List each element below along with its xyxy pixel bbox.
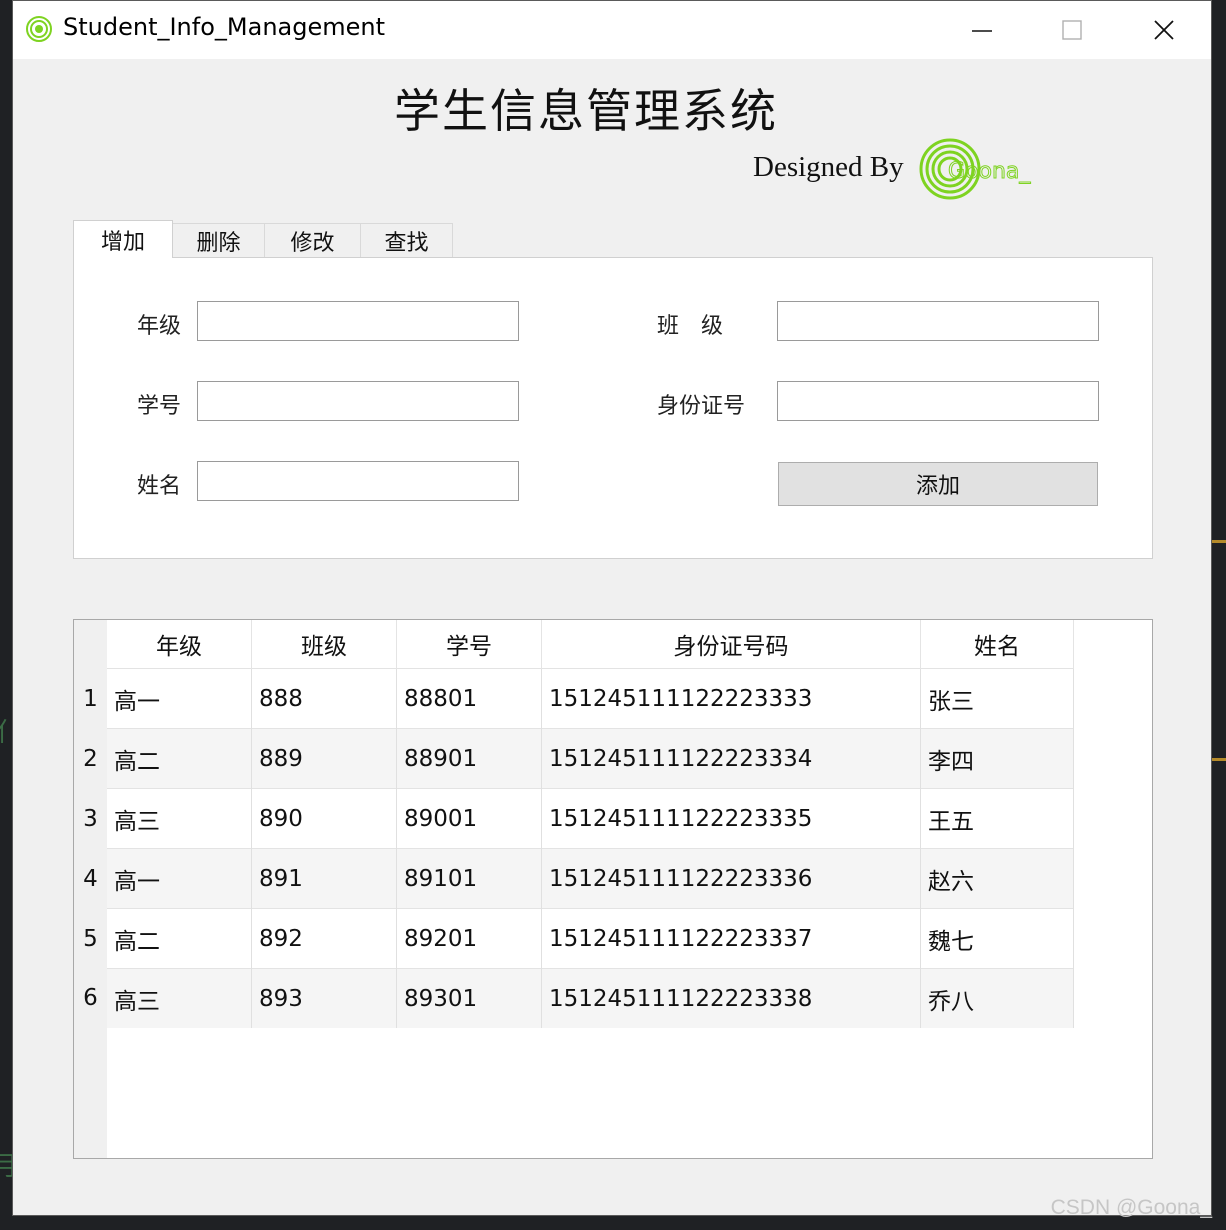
class-label: 班 级 [657, 314, 724, 339]
tab-add[interactable]: 增加 [73, 220, 173, 258]
column-header[interactable]: 姓名 [920, 620, 1074, 669]
cell-grade[interactable]: 高一 [107, 668, 252, 729]
row-number[interactable]: 1 [74, 668, 107, 729]
table-row[interactable]: 4 高一 891 89101 151245111122223336 赵六 [74, 848, 1074, 909]
page-title: 学生信息管理系统 [394, 84, 778, 138]
row-number[interactable]: 3 [74, 788, 107, 849]
class-input[interactable] [777, 301, 1099, 341]
cell-student-id[interactable]: 88901 [396, 728, 542, 789]
name-label: 姓名 [137, 474, 182, 499]
cell-student-id[interactable]: 89301 [396, 968, 542, 1028]
cell-id-card[interactable]: 151245111122223333 [541, 668, 921, 729]
app-window: Student_Info_Management 学生信息管理系统 Designe… [12, 0, 1212, 1216]
tab-search[interactable]: 查找 [360, 223, 453, 257]
cell-grade[interactable]: 高二 [107, 908, 252, 969]
cell-id-card[interactable]: 151245111122223335 [541, 788, 921, 849]
cell-id-card[interactable]: 151245111122223338 [541, 968, 921, 1028]
cell-name[interactable]: 张三 [920, 668, 1074, 729]
minimize-button[interactable] [937, 1, 1027, 59]
cell-name[interactable]: 王五 [920, 788, 1074, 849]
table-row[interactable]: 1 高一 888 88801 151245111122223333 张三 [74, 668, 1074, 729]
row-number[interactable]: 4 [74, 848, 107, 909]
cell-class[interactable]: 889 [251, 728, 397, 789]
row-number[interactable]: 5 [74, 908, 107, 969]
cell-name[interactable]: 赵六 [920, 848, 1074, 909]
cell-student-id[interactable]: 89001 [396, 788, 542, 849]
student-table[interactable]: 年级 班级 学号 身份证号码 姓名 1 高一 888 88801 1512451… [73, 619, 1153, 1159]
table-row[interactable]: 6 高三 893 89301 151245111122223338 乔八 [74, 968, 1074, 1028]
cell-id-card[interactable]: 151245111122223337 [541, 908, 921, 969]
cell-student-id[interactable]: 89101 [396, 848, 542, 909]
title-bar[interactable]: Student_Info_Management [13, 1, 1211, 59]
tab-delete[interactable]: 删除 [172, 223, 265, 257]
grade-label: 年级 [137, 314, 182, 339]
window-title: Student_Info_Management [63, 13, 385, 41]
watermark: CSDN @Goona_ [1050, 1196, 1212, 1219]
table-row[interactable]: 2 高二 889 88901 151245111122223334 李四 [74, 728, 1074, 789]
desktop-fragment [1212, 540, 1226, 543]
column-header[interactable]: 年级 [107, 620, 252, 669]
cell-grade[interactable]: 高三 [107, 968, 252, 1028]
cell-grade[interactable]: 高三 [107, 788, 252, 849]
close-icon [1154, 20, 1174, 40]
designed-by-label: Designed By [753, 151, 904, 183]
add-button[interactable]: 添加 [778, 462, 1098, 506]
cell-class[interactable]: 893 [251, 968, 397, 1028]
cell-class[interactable]: 891 [251, 848, 397, 909]
corner-cell[interactable] [74, 620, 107, 669]
table-row[interactable]: 5 高二 892 89201 151245111122223337 魏七 [74, 908, 1074, 969]
cell-grade[interactable]: 高一 [107, 848, 252, 909]
table-header-row: 年级 班级 学号 身份证号码 姓名 [74, 620, 1074, 669]
column-header[interactable]: 学号 [396, 620, 542, 669]
grade-input[interactable] [197, 301, 519, 341]
app-icon [26, 16, 52, 42]
close-button[interactable] [1119, 1, 1209, 59]
desktop-fragment [1212, 758, 1226, 761]
minimize-icon [972, 30, 992, 32]
cell-grade[interactable]: 高二 [107, 728, 252, 789]
cell-class[interactable]: 888 [251, 668, 397, 729]
data-grid: 年级 班级 学号 身份证号码 姓名 1 高一 888 88801 1512451… [74, 620, 1074, 1028]
cell-student-id[interactable]: 89201 [396, 908, 542, 969]
cell-id-card[interactable]: 151245111122223334 [541, 728, 921, 789]
name-input[interactable] [197, 461, 519, 501]
cell-id-card[interactable]: 151245111122223336 [541, 848, 921, 909]
cell-class[interactable]: 890 [251, 788, 397, 849]
cell-name[interactable]: 乔八 [920, 968, 1074, 1028]
row-number[interactable]: 6 [74, 968, 107, 1028]
logo-text: Goona_ [948, 159, 1031, 184]
column-header[interactable]: 班级 [251, 620, 397, 669]
maximize-button[interactable] [1027, 1, 1117, 59]
tab-modify[interactable]: 修改 [264, 223, 361, 257]
student-id-label: 学号 [137, 394, 182, 419]
cell-name[interactable]: 李四 [920, 728, 1074, 789]
id-card-label: 身份证号 [657, 394, 746, 419]
add-panel: 年级 班 级 学号 身份证号 姓名 添加 [73, 257, 1153, 559]
row-number[interactable]: 2 [74, 728, 107, 789]
maximize-icon [1062, 20, 1082, 40]
cell-name[interactable]: 魏七 [920, 908, 1074, 969]
column-header[interactable]: 身份证号码 [541, 620, 921, 669]
cell-student-id[interactable]: 88801 [396, 668, 542, 729]
table-row[interactable]: 3 高三 890 89001 151245111122223335 王五 [74, 788, 1074, 849]
cell-class[interactable]: 892 [251, 908, 397, 969]
student-id-input[interactable] [197, 381, 519, 421]
goona-logo: Goona_ [919, 138, 1032, 200]
id-card-input[interactable] [777, 381, 1099, 421]
